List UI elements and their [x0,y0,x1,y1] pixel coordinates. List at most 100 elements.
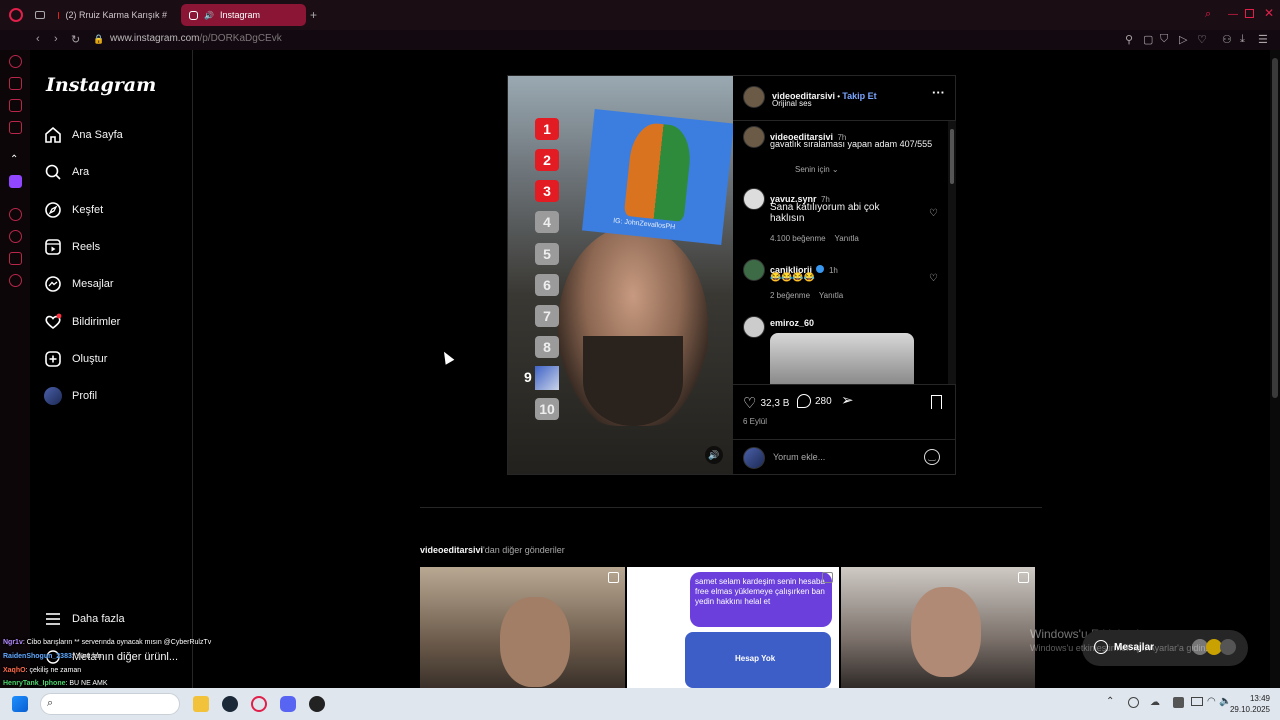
comment-like-icon[interactable]: ♡ [929,273,938,284]
close-window-button[interactable]: ✕ [1264,6,1274,20]
reply-link[interactable]: Yanıtla [819,291,843,300]
more-post-thumb[interactable] [420,567,625,688]
for-you-dropdown[interactable]: Senin için ⌄ [795,165,839,174]
comment-likes[interactable]: 4.100 beğenme [770,234,826,243]
tray-app-icon[interactable] [1173,697,1184,708]
page-scrollbar[interactable] [1270,50,1280,688]
player-icon[interactable] [9,208,22,221]
clock-icon[interactable] [9,230,22,243]
tray-cloud-icon[interactable]: ☁ [1150,697,1160,708]
opera-icon[interactable] [251,696,267,712]
steam-icon[interactable] [222,696,238,712]
aria-icon[interactable] [9,77,22,90]
back-icon[interactable]: ‹ [36,33,40,45]
tray-monitor-icon[interactable] [1191,697,1203,706]
comment-input[interactable]: Yorum ekle... [773,452,825,462]
nav-create[interactable]: Oluştur [44,347,107,371]
page-scroll-thumb[interactable] [1272,58,1278,398]
taskbar-search[interactable]: ⌕ [40,693,180,715]
post-video[interactable]: IG: JohnZevallosPH 1 2 3 4 5 6 7 8 9 10 … [508,76,733,474]
opera-logo-icon[interactable] [9,8,23,22]
pin-icon[interactable]: ⚲ [1125,33,1133,46]
nav-search[interactable]: Ara [44,160,89,184]
app-icon[interactable] [309,696,325,712]
caption-avatar[interactable] [743,126,765,148]
nav-explore[interactable]: Keşfet [44,198,103,222]
emoji-icon[interactable]: ‿ [924,449,940,465]
file-explorer-icon[interactable] [193,696,209,712]
clock-time: 13:49 [1249,694,1270,703]
comment-likes[interactable]: 2 beğenme [770,291,810,300]
arrow-icon[interactable]: ⌃ [10,154,18,165]
taskbar-clock[interactable]: 13:49 29.10.2025 [1230,693,1270,715]
comment-like-icon[interactable]: ♡ [929,208,938,219]
minimize-button[interactable]: — [1228,9,1238,20]
tab-instagram[interactable]: 🔊 Instagram [181,4,306,26]
reload-icon[interactable]: ↻ [71,33,80,46]
reels-icon [44,238,62,256]
extensions-icon[interactable] [9,252,22,265]
twitch-icon[interactable] [9,175,22,188]
instagram-side-icon[interactable] [9,121,22,134]
audio-label[interactable]: Orijinal ses [772,99,812,108]
snapshot-icon[interactable]: ▢ [1143,33,1153,46]
comment-button[interactable]: 280 [797,394,832,408]
messenger-icon[interactable] [9,99,22,112]
tray-wifi-icon[interactable]: ◠ [1207,696,1216,707]
more-options-icon[interactable]: ··· [932,85,945,100]
nav-more[interactable]: Daha fazla [44,607,125,631]
nav-messages[interactable]: Mesajlar [44,272,114,296]
comment-avatar[interactable] [743,259,765,281]
more-posts-user[interactable]: videoeditarsivi [420,545,483,555]
account-icon[interactable]: ⚇ [1222,33,1232,46]
discord-icon[interactable] [280,696,296,712]
volume-icon[interactable]: 🔊 [705,446,723,464]
settings-icon[interactable] [9,274,22,287]
search-tabs-icon[interactable]: ⌕ [1205,8,1211,21]
nav-label: Mesajlar [72,278,114,290]
heart-icon: ♡ [743,395,757,412]
tray-chevron-icon[interactable]: ⌃ [1106,696,1114,707]
more-post-thumb[interactable]: samet selam kardeşim senin hesaba free e… [627,567,839,688]
maximize-button[interactable] [1245,9,1254,18]
nav-reels[interactable]: Reels [44,235,100,259]
comment-avatar[interactable] [743,316,765,338]
instagram-logo[interactable]: Instagram [46,74,156,96]
comment-user[interactable]: emiroz_60 [770,318,814,328]
download-icon[interactable]: ⤓ [1240,33,1245,46]
forward-icon[interactable]: › [54,33,58,45]
speaker-icon[interactable]: 🔊 [204,11,214,20]
reply-link[interactable]: Yanıtla [835,234,859,243]
bookmark-icon[interactable] [931,395,942,409]
url-field[interactable]: www.instagram.com/p/DORKaDgCEvk [110,33,282,44]
scroll-thumb[interactable] [950,129,954,184]
comments-scrollbar[interactable] [948,121,956,384]
history-icon[interactable] [9,55,22,68]
play-icon[interactable]: ▷ [1179,33,1187,46]
menu-icon[interactable]: ☰ [1258,33,1268,46]
follow-button[interactable]: Takip Et [842,91,876,101]
author-avatar[interactable] [743,86,765,108]
windows-start-icon[interactable] [12,696,28,712]
workspace-icon[interactable] [35,11,45,19]
tab-youtube[interactable]: (2) Rruiz Karma Karışık # [50,4,175,26]
messenger-icon [44,275,62,293]
comment-image[interactable] [770,333,914,384]
chat-msg: : Cibo barışların ** serverında oynacak … [22,639,212,646]
shield-icon[interactable]: ⛉ [1160,33,1168,46]
more-post-thumb[interactable] [841,567,1035,688]
share-icon[interactable]: ➢ [841,391,854,409]
heart-icon[interactable]: ♡ [1197,33,1207,46]
post-date: 6 Eylül [743,417,768,426]
tray-sync-icon[interactable] [1128,697,1139,708]
opera-sidebar: ⌃ [0,50,30,688]
reel-icon [1018,572,1029,583]
heart-icon [44,313,62,331]
comment-time: 1h [828,266,838,275]
nav-profile[interactable]: Profil [44,384,97,408]
comment-avatar[interactable] [743,188,765,210]
nav-home[interactable]: Ana Sayfa [44,123,123,147]
like-button[interactable]: ♡ 32,3 B [743,394,789,412]
nav-notifications[interactable]: Bildirimler [44,310,120,334]
new-tab-button[interactable]: + [310,8,317,22]
